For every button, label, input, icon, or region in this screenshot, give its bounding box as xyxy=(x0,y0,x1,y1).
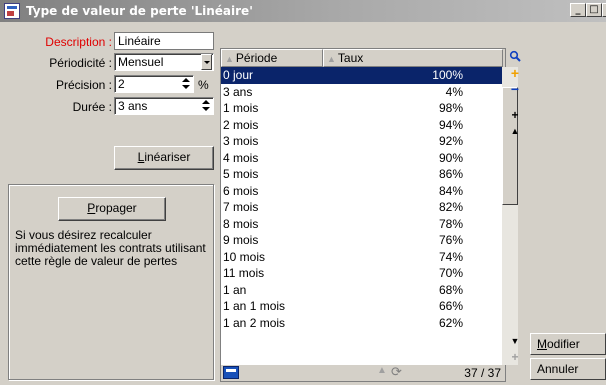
cell-periode: 0 jour xyxy=(223,68,254,82)
cell-taux: 62% xyxy=(438,315,463,330)
insert-row-disabled-icon: + xyxy=(511,350,519,364)
table-header: ▲ Période ▲ Taux xyxy=(221,49,505,67)
cell-periode: 1 an 1 mois xyxy=(223,299,286,313)
rate-table[interactable]: ▲ Période ▲ Taux 0 jour 100% 3 ans 4% 1 mois 98… xyxy=(220,48,518,382)
maximize-button[interactable]: □ xyxy=(586,3,602,17)
scrollbar-thumb[interactable] xyxy=(502,87,518,205)
cell-periode: 1 mois xyxy=(223,101,259,115)
cell-periode: 10 mois xyxy=(223,249,266,264)
cell-periode: 3 mois xyxy=(223,134,259,148)
cell-taux: 74% xyxy=(438,249,463,264)
annuler-button[interactable]: Annuler xyxy=(530,358,606,380)
cell-taux: 100% xyxy=(432,68,463,82)
duree-input[interactable]: 3 ans xyxy=(114,97,214,115)
lineariser-button[interactable]: Linéariser xyxy=(114,146,214,170)
cell-periode: 2 mois xyxy=(223,117,259,132)
insert-row-icon[interactable]: + xyxy=(506,108,524,124)
cell-taux: 66% xyxy=(438,299,463,313)
table-row[interactable]: 8 mois 78% xyxy=(221,216,505,233)
propager-label: ropager xyxy=(95,201,137,215)
list-view-icon[interactable] xyxy=(223,366,239,379)
periodicite-select[interactable]: Mensuel xyxy=(114,53,214,71)
table-row[interactable]: 1 an 2 mois 62% xyxy=(221,315,505,332)
move-up-icon[interactable]: ▲ xyxy=(506,124,524,140)
modifier-label: odifier xyxy=(547,337,580,351)
table-row[interactable]: 1 an 1 mois 66% xyxy=(221,298,505,315)
description-input[interactable]: Linéaire xyxy=(114,32,214,50)
refresh-icon[interactable]: ⟳ xyxy=(391,364,402,380)
propager-button[interactable]: Propager xyxy=(58,197,166,221)
table-row[interactable]: 11 mois 70% xyxy=(221,265,505,282)
column-header-taux[interactable]: ▲ Taux xyxy=(323,49,503,67)
cell-periode: 5 mois xyxy=(223,167,259,181)
precision-label: Précision : xyxy=(55,78,112,92)
cell-taux: 92% xyxy=(438,134,463,148)
cell-periode: 4 mois xyxy=(223,150,259,165)
cell-taux: 98% xyxy=(438,101,463,115)
cell-taux: 76% xyxy=(438,233,463,247)
app-icon xyxy=(4,3,20,19)
table-row[interactable]: 6 mois 84% xyxy=(221,183,505,200)
table-row[interactable]: 2 mois 94% xyxy=(221,117,505,134)
dialog-window: Type de valeur de perte 'Linéaire' _ □ ×… xyxy=(0,0,606,385)
title-bar[interactable]: Type de valeur de perte 'Linéaire' _ □ × xyxy=(0,0,606,22)
cell-periode: 8 mois xyxy=(223,216,259,231)
window-controls: _ □ × xyxy=(570,3,606,17)
cell-periode: 7 mois xyxy=(223,200,259,214)
table-row[interactable]: 5 mois 86% xyxy=(221,166,505,183)
window-title: Type de valeur de perte 'Linéaire' xyxy=(26,4,253,18)
table-row[interactable]: 0 jour 100% xyxy=(221,67,505,84)
modifier-button[interactable]: Modifier xyxy=(530,333,606,355)
lineariser-label: inéariser xyxy=(144,150,191,164)
cell-taux: 94% xyxy=(438,117,463,132)
record-count: 37 / 37 xyxy=(464,366,501,380)
cell-periode: 9 mois xyxy=(223,233,259,247)
move-down-icon[interactable]: ▼ xyxy=(506,334,524,350)
table-row[interactable]: 4 mois 90% xyxy=(221,150,505,167)
search-icon[interactable] xyxy=(506,50,524,66)
table-row[interactable]: 3 ans 4% xyxy=(221,84,505,101)
periodicite-label: Périodicité : xyxy=(49,56,112,70)
sort-indicator-icon: ▲ xyxy=(377,365,387,376)
table-row[interactable]: 1 mois 98% xyxy=(221,100,505,117)
duree-value: 3 ans xyxy=(118,99,148,113)
table-footer: ▲ ⟳ 37 / 37 xyxy=(221,364,505,381)
table-row[interactable]: 1 an 68% xyxy=(221,282,505,299)
cell-taux: 84% xyxy=(438,183,463,198)
cell-periode: 11 mois xyxy=(223,266,265,280)
cell-taux: 70% xyxy=(438,266,463,280)
minimize-button[interactable]: _ xyxy=(570,3,586,17)
close-button[interactable]: × xyxy=(602,3,606,17)
remove-icon[interactable]: − xyxy=(506,82,524,98)
modifier-mnemonic: M xyxy=(537,337,547,351)
precision-unit: % xyxy=(198,78,209,92)
table-row[interactable]: 9 mois 76% xyxy=(221,232,505,249)
chevron-down-icon[interactable] xyxy=(201,54,212,70)
cell-periode: 1 an xyxy=(223,282,247,297)
periodicite-value: Mensuel xyxy=(118,55,164,69)
description-label: Description : xyxy=(45,35,112,49)
table-row[interactable]: 3 mois 92% xyxy=(221,133,505,150)
cell-periode: 3 ans xyxy=(223,84,253,99)
add-icon[interactable]: + xyxy=(506,66,524,82)
cell-taux: 68% xyxy=(438,282,463,297)
precision-value: 2 xyxy=(118,77,125,91)
table-row[interactable]: 7 mois 82% xyxy=(221,199,505,216)
duree-stepper-icon[interactable] xyxy=(201,98,211,114)
duree-label: Durée : xyxy=(72,100,112,114)
cell-taux: 78% xyxy=(438,216,463,231)
precision-stepper-icon[interactable] xyxy=(181,76,191,92)
table-body: 0 jour 100% 3 ans 4% 1 mois 98% 2 mois 94% 3 moi… xyxy=(221,67,505,331)
cell-periode: 6 mois xyxy=(223,183,259,198)
cell-taux: 90% xyxy=(438,150,463,165)
table-row[interactable]: 10 mois 74% xyxy=(221,249,505,266)
propagate-help-text: Si vous désirez recalculer immédiatement… xyxy=(15,228,206,268)
cell-taux: 4% xyxy=(445,84,463,99)
cell-taux: 82% xyxy=(438,200,463,214)
cell-periode: 1 an 2 mois xyxy=(223,315,286,330)
cell-taux: 86% xyxy=(438,167,463,181)
column-header-periode[interactable]: ▲ Période xyxy=(221,49,323,67)
